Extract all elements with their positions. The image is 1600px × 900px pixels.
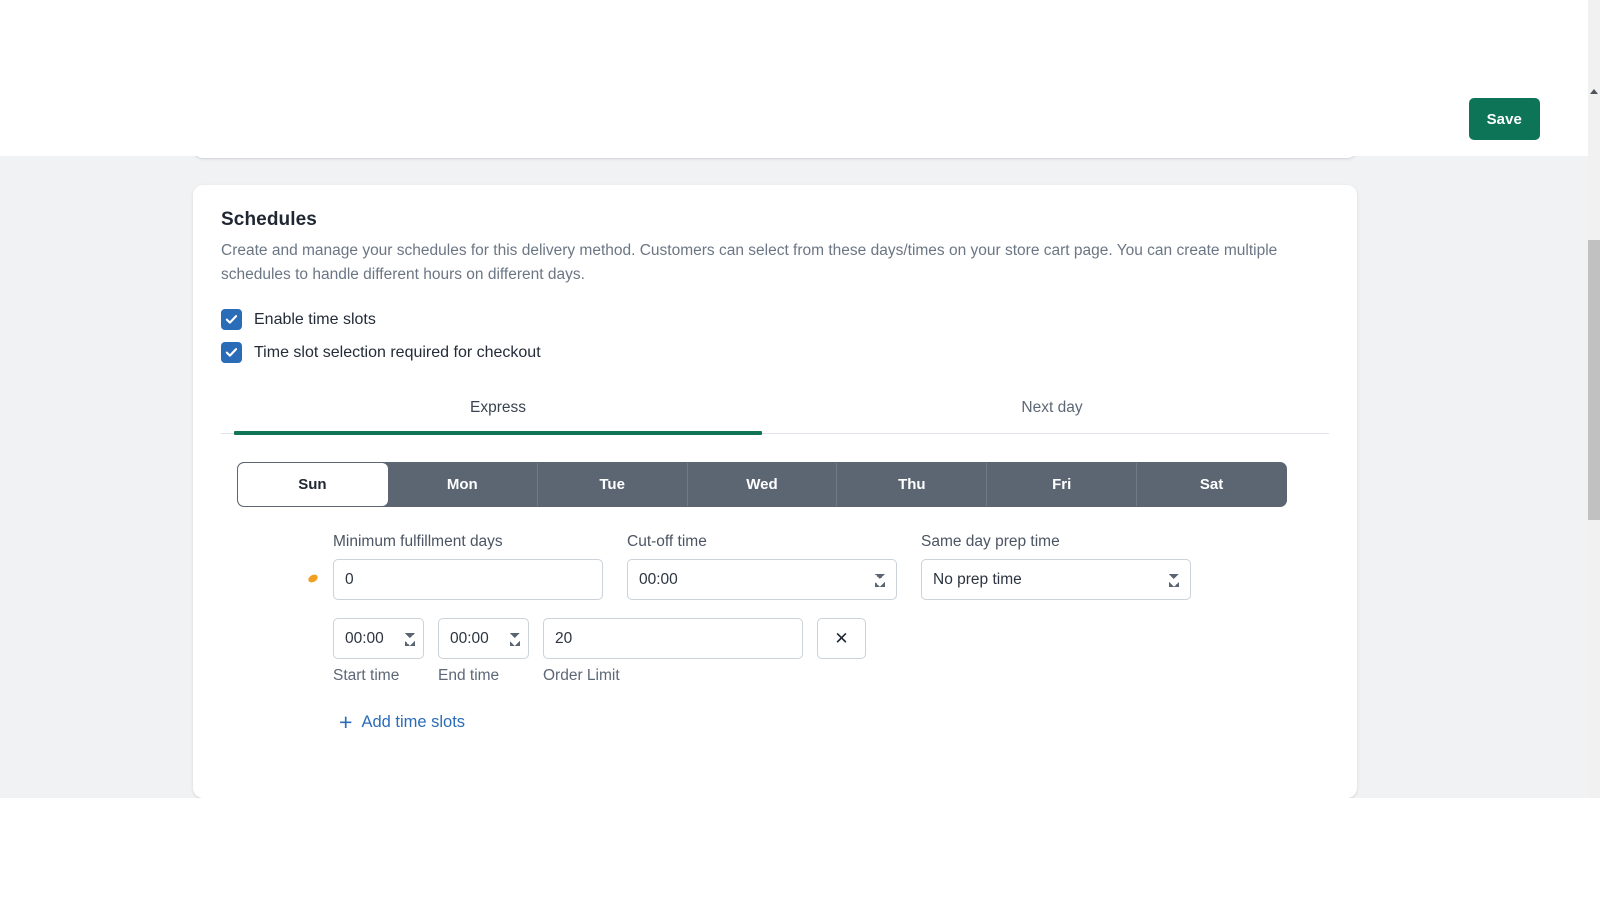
minimum-fulfillment-days-field: Minimum fulfillment days <box>333 533 603 600</box>
order-limit-caption: Order Limit <box>543 667 620 684</box>
start-time-field: 00:00 Start time <box>333 618 424 685</box>
minimum-fulfillment-days-input[interactable] <box>333 559 603 600</box>
below-fold-area <box>0 798 1600 900</box>
time-slot-row: 00:00 Start time 00:00 End time Order Li… <box>333 618 1329 685</box>
plus-icon: + <box>339 709 353 735</box>
checkmark-icon[interactable] <box>221 342 242 363</box>
end-time-select[interactable]: 00:00 <box>438 618 529 659</box>
cutoff-time-field: Cut-off time 00:00 <box>627 533 897 600</box>
cutoff-time-select[interactable]: 00:00 <box>627 559 897 600</box>
order-limit-input[interactable] <box>543 618 803 659</box>
enable-time-slots-label: Enable time slots <box>254 310 376 328</box>
page-viewport: Save Schedules Create and manage your sc… <box>0 0 1588 798</box>
day-tab-sun[interactable]: Sun <box>238 463 388 506</box>
schedules-card: Schedules Create and manage your schedul… <box>193 185 1357 798</box>
scroll-up-arrow-icon[interactable] <box>1588 85 1600 97</box>
start-time-select[interactable]: 00:00 <box>333 618 424 659</box>
end-time-caption: End time <box>438 667 500 684</box>
page-title: Schedules <box>221 209 317 230</box>
day-tab-wed[interactable]: Wed <box>688 463 838 506</box>
sticky-header-bar: Save <box>0 0 1588 156</box>
add-time-slots-label: Add time slots <box>361 713 466 731</box>
remove-slot-wrapper: ✕ <box>817 618 866 659</box>
schedule-settings-row: Minimum fulfillment days Cut-off time 00… <box>306 533 1329 600</box>
enable-time-slots-row[interactable]: Enable time slots <box>221 309 1329 330</box>
time-slot-required-row[interactable]: Time slot selection required for checkou… <box>221 342 1329 363</box>
day-selector: Sun Mon Tue Wed Thu Fri Sat <box>237 462 1287 507</box>
schedule-tabs: Express Next day <box>221 389 1329 435</box>
app-root: Save Schedules Create and manage your sc… <box>0 0 1600 900</box>
tab-next-day[interactable]: Next day <box>775 389 1329 433</box>
checkmark-icon[interactable] <box>221 309 242 330</box>
card-description: Create and manage your schedules for thi… <box>221 242 1278 283</box>
vertical-scrollbar[interactable] <box>1588 0 1600 798</box>
cutoff-time-label: Cut-off time <box>627 533 707 550</box>
day-tab-thu[interactable]: Thu <box>837 463 988 506</box>
same-day-prep-time-field: Same day prep time No prep time <box>921 533 1191 600</box>
end-time-field: 00:00 End time <box>438 618 529 685</box>
order-limit-field: Order Limit <box>543 618 803 685</box>
same-day-prep-time-select[interactable]: No prep time <box>921 559 1191 600</box>
minimum-fulfillment-days-label: Minimum fulfillment days <box>333 533 503 550</box>
time-slot-required-label: Time slot selection required for checkou… <box>254 343 541 361</box>
cursor-pointer-marker <box>306 572 320 585</box>
day-tab-mon[interactable]: Mon <box>388 463 538 506</box>
save-button[interactable]: Save <box>1468 98 1540 140</box>
add-time-slots-link[interactable]: + Add time slots <box>339 711 465 734</box>
day-tab-sat[interactable]: Sat <box>1137 463 1286 506</box>
start-time-caption: Start time <box>333 667 400 684</box>
day-tab-tue[interactable]: Tue <box>538 463 688 506</box>
tab-express[interactable]: Express <box>221 389 775 435</box>
close-icon[interactable]: ✕ <box>817 618 866 659</box>
day-tab-fri[interactable]: Fri <box>987 463 1138 506</box>
same-day-prep-time-label: Same day prep time <box>921 533 1060 550</box>
scrollbar-thumb[interactable] <box>1588 240 1600 520</box>
